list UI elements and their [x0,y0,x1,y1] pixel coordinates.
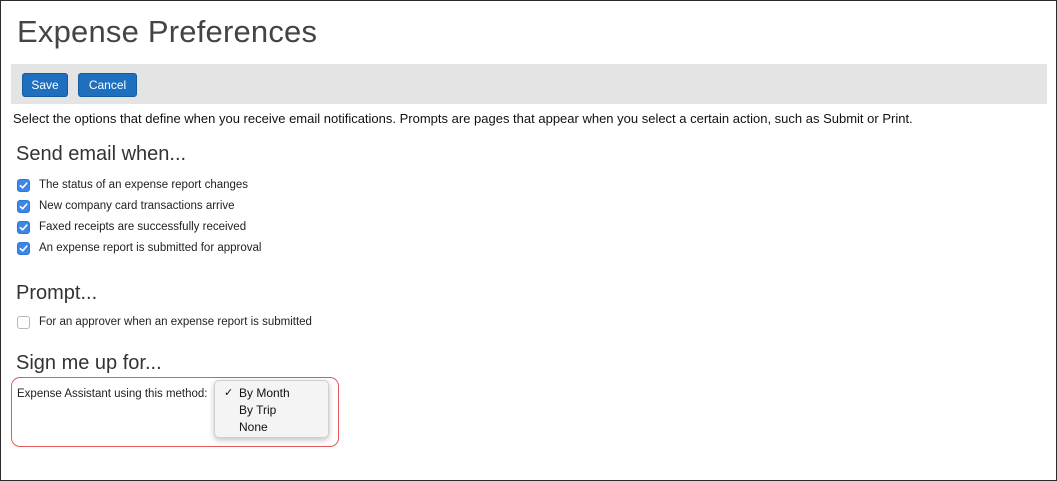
dropdown-option-label: By Month [239,386,290,400]
section-heading-sign-up: Sign me up for... [16,352,162,374]
dropdown-option-by-trip[interactable]: By Trip [215,402,328,419]
toolbar: Save Cancel [11,64,1047,104]
dropdown-option-none[interactable]: None [215,419,328,436]
checkbox-checked[interactable] [17,199,30,213]
checkbox-label: An expense report is submitted for appro… [39,242,262,254]
expense-assistant-method-label: Expense Assistant using this method: [17,388,208,400]
checkbox-checked[interactable] [17,220,30,234]
email-option-card-transactions[interactable]: New company card transactions arrive [17,198,235,214]
checkmark-icon: ✓ [224,387,234,399]
intro-text: Select the options that define when you … [13,111,913,126]
checkbox-label: Faxed receipts are successfully received [39,221,247,233]
dropdown-option-label: None [239,420,268,434]
checkbox-label: The status of an expense report changes [39,179,249,191]
prompt-option-approver[interactable]: For an approver when an expense report i… [17,314,312,330]
email-option-report-submitted[interactable]: An expense report is submitted for appro… [17,240,261,256]
checkmark-icon [19,244,28,252]
checkbox-checked[interactable] [17,241,30,255]
cancel-button[interactable]: Cancel [78,73,137,97]
checkbox-label: For an approver when an expense report i… [39,316,312,328]
email-option-faxed-receipts[interactable]: Faxed receipts are successfully received [17,219,246,235]
checkmark-icon [19,202,28,210]
checkbox-label: New company card transactions arrive [39,200,235,212]
section-heading-prompt: Prompt... [16,282,98,304]
dropdown-option-label: By Trip [239,403,277,417]
page-title: Expense Preferences [17,14,318,49]
checkbox-unchecked[interactable] [17,315,30,329]
checkmark-icon [19,223,28,231]
expense-assistant-method-dropdown[interactable]: ✓ By Month By Trip None [214,380,329,438]
checkbox-checked[interactable] [17,178,30,192]
section-heading-send-email: Send email when... [16,143,187,165]
checkmark-icon [19,181,28,189]
save-button[interactable]: Save [22,73,68,97]
dropdown-option-by-month[interactable]: ✓ By Month [215,385,328,402]
email-option-status-changes[interactable]: The status of an expense report changes [17,177,248,193]
